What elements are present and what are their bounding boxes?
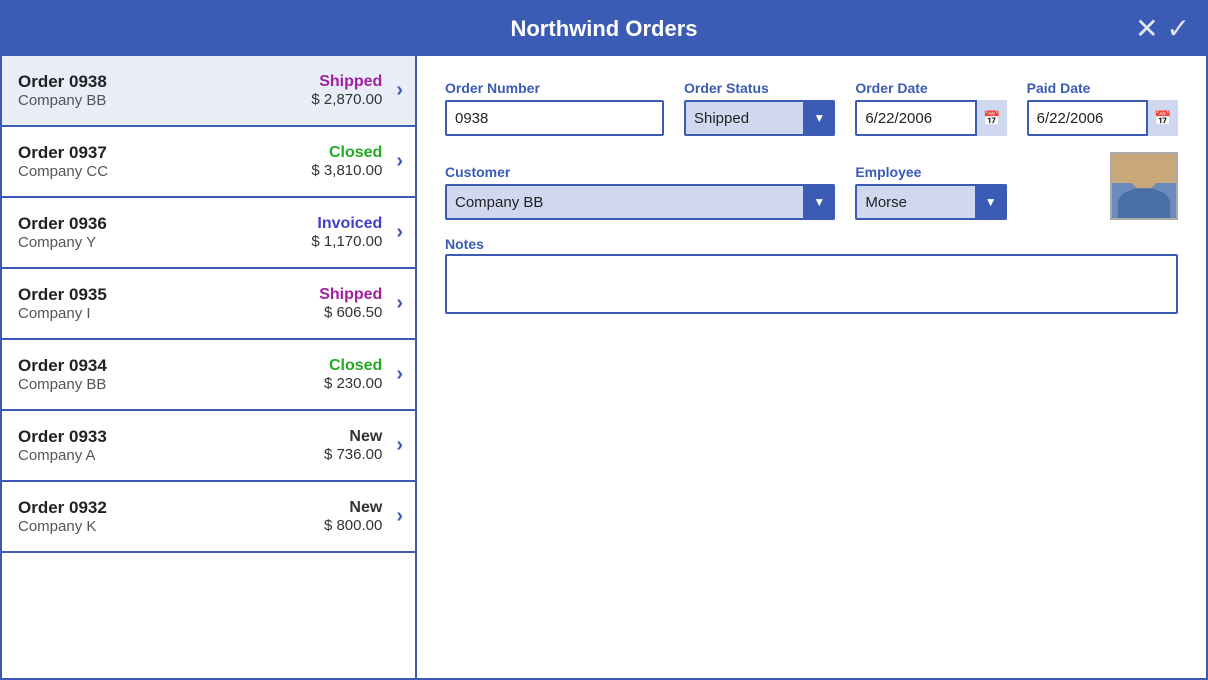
app-container: Northwind Orders ✕ ✓ Order 0938 Company … bbox=[0, 0, 1208, 680]
order-item[interactable]: Order 0932 Company K New $ 800.00 › bbox=[2, 482, 415, 553]
customer-select[interactable]: Company A Company BB Company CC Company … bbox=[445, 184, 835, 220]
order-item[interactable]: Order 0936 Company Y Invoiced $ 1,170.00… bbox=[2, 198, 415, 269]
order-meta: New $ 736.00 bbox=[324, 428, 382, 463]
order-title: Order 0932 bbox=[18, 498, 324, 518]
chevron-right-icon: › bbox=[396, 363, 403, 386]
paid-date-calendar-icon[interactable]: 📅 bbox=[1146, 100, 1178, 136]
confirm-button[interactable]: ✓ bbox=[1167, 15, 1190, 43]
order-status-select[interactable]: New Invoiced Shipped Closed bbox=[684, 100, 835, 136]
employee-select-wrapper: Morse Other bbox=[855, 184, 1006, 220]
order-number-input[interactable] bbox=[445, 100, 664, 136]
order-amount: $ 736.00 bbox=[324, 446, 382, 463]
order-amount: $ 2,870.00 bbox=[311, 91, 382, 108]
order-meta: Closed $ 3,810.00 bbox=[311, 144, 382, 179]
customer-field-group: Customer Company A Company BB Company CC… bbox=[445, 164, 835, 220]
order-amount: $ 230.00 bbox=[324, 375, 382, 392]
order-company: Company BB bbox=[18, 92, 311, 109]
order-item[interactable]: Order 0938 Company BB Shipped $ 2,870.00… bbox=[2, 56, 415, 127]
order-title: Order 0938 bbox=[18, 72, 311, 92]
order-meta: New $ 800.00 bbox=[324, 499, 382, 534]
paid-date-label: Paid Date bbox=[1027, 80, 1178, 96]
title-bar-buttons: ✕ ✓ bbox=[1135, 15, 1190, 43]
order-status-select-wrapper: New Invoiced Shipped Closed bbox=[684, 100, 835, 136]
order-info: Order 0933 Company A bbox=[18, 427, 324, 464]
detail-grid: Order Number Order Status New Invoiced S… bbox=[445, 80, 1178, 220]
order-amount: $ 606.50 bbox=[319, 304, 382, 321]
close-button[interactable]: ✕ bbox=[1135, 15, 1158, 43]
chevron-right-icon: › bbox=[396, 221, 403, 244]
order-item[interactable]: Order 0933 Company A New $ 736.00 › bbox=[2, 411, 415, 482]
notes-textarea[interactable] bbox=[445, 254, 1178, 314]
order-title: Order 0936 bbox=[18, 214, 311, 234]
order-status: Invoiced bbox=[311, 215, 382, 233]
order-item[interactable]: Order 0934 Company BB Closed $ 230.00 › bbox=[2, 340, 415, 411]
employee-select[interactable]: Morse Other bbox=[855, 184, 1006, 220]
order-status-label: Order Status bbox=[684, 80, 835, 96]
order-item[interactable]: Order 0935 Company I Shipped $ 606.50 › bbox=[2, 269, 415, 340]
order-company: Company I bbox=[18, 305, 319, 322]
chevron-right-icon: › bbox=[396, 150, 403, 173]
order-title: Order 0934 bbox=[18, 356, 324, 376]
order-company: Company CC bbox=[18, 163, 311, 180]
chevron-right-icon: › bbox=[396, 292, 403, 315]
order-title: Order 0933 bbox=[18, 427, 324, 447]
order-status: New bbox=[324, 428, 382, 446]
order-number-label: Order Number bbox=[445, 80, 664, 96]
order-meta: Invoiced $ 1,170.00 bbox=[311, 215, 382, 250]
order-status: Shipped bbox=[319, 286, 382, 304]
order-item[interactable]: Order 0937 Company CC Closed $ 3,810.00 … bbox=[2, 127, 415, 198]
order-company: Company Y bbox=[18, 234, 311, 251]
order-meta: Closed $ 230.00 bbox=[324, 357, 382, 392]
order-info: Order 0934 Company BB bbox=[18, 356, 324, 393]
employee-silhouette bbox=[1112, 154, 1176, 218]
order-number-field-group: Order Number bbox=[445, 80, 664, 136]
order-info: Order 0935 Company I bbox=[18, 285, 319, 322]
employee-label: Employee bbox=[855, 164, 1006, 180]
order-amount: $ 1,170.00 bbox=[311, 233, 382, 250]
order-info: Order 0937 Company CC bbox=[18, 143, 311, 180]
order-title: Order 0937 bbox=[18, 143, 311, 163]
chevron-right-icon: › bbox=[396, 434, 403, 457]
main-content: Order 0938 Company BB Shipped $ 2,870.00… bbox=[2, 56, 1206, 678]
order-info: Order 0936 Company Y bbox=[18, 214, 311, 251]
order-date-calendar-icon[interactable]: 📅 bbox=[975, 100, 1007, 136]
title-bar: Northwind Orders ✕ ✓ bbox=[2, 2, 1206, 56]
order-company: Company BB bbox=[18, 376, 324, 393]
order-info: Order 0938 Company BB bbox=[18, 72, 311, 109]
app-title: Northwind Orders bbox=[510, 16, 697, 41]
order-amount: $ 800.00 bbox=[324, 517, 382, 534]
notes-row: Notes bbox=[445, 236, 1178, 319]
customer-label: Customer bbox=[445, 164, 835, 180]
employee-photo bbox=[1110, 152, 1178, 220]
order-title: Order 0935 bbox=[18, 285, 319, 305]
order-status: New bbox=[324, 499, 382, 517]
chevron-right-icon: › bbox=[396, 79, 403, 102]
order-info: Order 0932 Company K bbox=[18, 498, 324, 535]
order-meta: Shipped $ 2,870.00 bbox=[311, 73, 382, 108]
paid-date-field-group: Paid Date 📅 bbox=[1027, 80, 1178, 136]
order-company: Company A bbox=[18, 447, 324, 464]
order-status-field-group: Order Status New Invoiced Shipped Closed bbox=[684, 80, 835, 136]
order-meta: Shipped $ 606.50 bbox=[319, 286, 382, 321]
order-status: Closed bbox=[311, 144, 382, 162]
detail-panel: Order Number Order Status New Invoiced S… bbox=[417, 56, 1206, 678]
employee-field-group: Employee Morse Other bbox=[855, 164, 1006, 220]
order-amount: $ 3,810.00 bbox=[311, 162, 382, 179]
chevron-right-icon: › bbox=[396, 505, 403, 528]
order-list-panel[interactable]: Order 0938 Company BB Shipped $ 2,870.00… bbox=[2, 56, 417, 678]
paid-date-wrapper: 📅 bbox=[1027, 100, 1178, 136]
avatar-cell bbox=[1027, 152, 1178, 220]
customer-select-wrapper: Company A Company BB Company CC Company … bbox=[445, 184, 835, 220]
order-date-field-group: Order Date 📅 bbox=[855, 80, 1006, 136]
order-status: Shipped bbox=[311, 73, 382, 91]
order-status: Closed bbox=[324, 357, 382, 375]
order-company: Company K bbox=[18, 518, 324, 535]
notes-label: Notes bbox=[445, 236, 484, 252]
order-date-label: Order Date bbox=[855, 80, 1006, 96]
order-date-wrapper: 📅 bbox=[855, 100, 1006, 136]
